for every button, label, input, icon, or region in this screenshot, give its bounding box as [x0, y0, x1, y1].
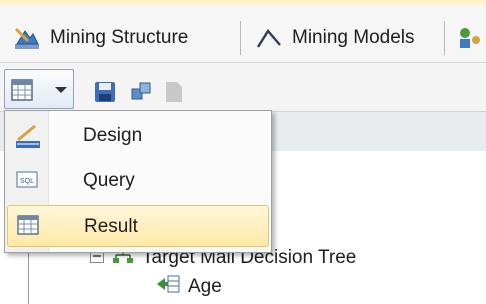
menu-item-label: Query	[83, 170, 135, 191]
mining-model-viewer-icon	[456, 25, 482, 51]
tab-label: Mining Structure	[50, 27, 189, 48]
tab-separator	[240, 21, 241, 55]
column-icon	[156, 274, 180, 300]
tree-child-node[interactable]: Age	[156, 274, 222, 300]
menu-item-query[interactable]: SQL Query	[7, 160, 269, 202]
tab-mining-model-viewer[interactable]	[456, 23, 486, 53]
tab-mining-structure[interactable]: Mining Structure	[14, 23, 188, 53]
disabled-document-icon	[164, 81, 184, 108]
tab-label: Mining Models	[292, 27, 415, 48]
tab-separator	[444, 21, 445, 55]
menu-item-label: Result	[84, 216, 138, 237]
view-mode-menu: Design SQL Query Result	[4, 110, 272, 253]
svg-text:SQL: SQL	[20, 178, 34, 185]
result-grid-icon	[11, 79, 33, 106]
viewer-toolbar	[0, 63, 486, 111]
menu-item-result[interactable]: Result	[7, 205, 269, 247]
result-grid-icon	[16, 214, 42, 242]
view-mode-dropdown-button[interactable]	[4, 69, 74, 109]
tree-node-label: Age	[188, 276, 222, 297]
tab-mining-models[interactable]: Mining Models	[256, 23, 415, 53]
design-icon	[15, 123, 41, 155]
save-icon[interactable]	[94, 81, 116, 108]
mining-structure-icon	[14, 25, 40, 51]
designer-tab-strip: Mining Structure Mining Models	[0, 5, 486, 63]
chevron-down-icon	[55, 87, 67, 93]
mining-models-icon	[256, 25, 282, 51]
menu-item-label: Design	[83, 125, 143, 146]
menu-item-design[interactable]: Design	[7, 115, 269, 157]
sql-query-icon: SQL	[15, 168, 41, 196]
run-query-icon[interactable]	[130, 81, 152, 108]
